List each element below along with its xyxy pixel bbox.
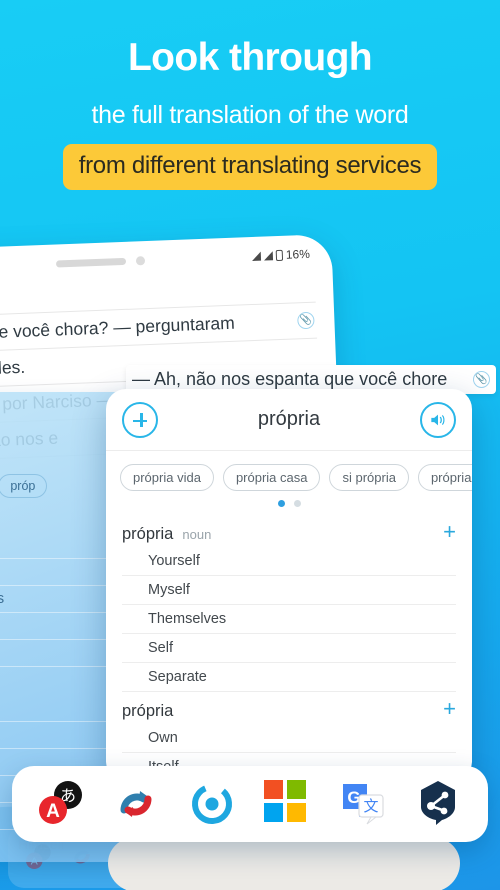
translation-item[interactable]: Separate — [122, 663, 456, 692]
blue-ring-icon[interactable] — [186, 778, 238, 830]
suggestion-chip[interactable]: si própria — [329, 464, 409, 491]
suggestion-chip[interactable]: própria vida — [120, 464, 214, 491]
promo-badge: from different translating services — [62, 143, 438, 190]
translation-item[interactable]: Yourself — [122, 547, 456, 576]
paperclip-icon[interactable]: 📎 — [297, 311, 315, 330]
paperclip-icon[interactable]: 📎 — [473, 371, 490, 388]
suggestion-chip[interactable]: própria c — [417, 464, 472, 491]
translation-item[interactable]: Themselves — [122, 605, 456, 634]
speaker-grille — [55, 257, 126, 268]
add-group-button[interactable]: + — [443, 698, 456, 720]
pager-dot[interactable] — [293, 500, 301, 507]
reader-line-text: as Oréiades. — [0, 356, 26, 381]
promo-header: Look through the full translation of the… — [0, 36, 500, 190]
add-group-button[interactable]: + — [443, 521, 456, 543]
battery-icon — [275, 249, 284, 261]
signal-icon-2 — [263, 250, 274, 261]
group-word: própria — [122, 702, 174, 720]
google-translate-icon[interactable]: G 文 — [338, 778, 390, 830]
translation-item[interactable]: Self — [122, 634, 456, 663]
promo-subtitle: the full translation of the word — [91, 100, 409, 129]
svg-text:A: A — [46, 801, 60, 822]
pager-dot-active[interactable] — [277, 500, 285, 507]
microsoft-translator-icon[interactable] — [262, 778, 314, 830]
status-indicators: 16% — [251, 246, 311, 263]
card-title: própria — [257, 408, 321, 430]
card-header: própria — [106, 389, 472, 451]
plus-circle-icon[interactable] — [122, 401, 158, 438]
group-header: própria + — [122, 692, 456, 724]
group-header: própria noun + — [122, 515, 456, 547]
battery-percent: 16% — [285, 246, 311, 262]
translation-card: própria própria vida própria casa si pró… — [106, 389, 472, 781]
reader-line-text: — Por que você chora? — perguntaram — [0, 312, 236, 345]
group-part-of-speech: noun — [182, 527, 212, 542]
service-bar: あ A G 文 — [12, 766, 488, 842]
reverso-arrows-icon[interactable] — [110, 778, 162, 830]
signal-icon — [251, 251, 262, 261]
translation-item[interactable]: Own — [122, 724, 456, 753]
background-phone-bottom-edge — [108, 838, 460, 890]
translation-item[interactable]: Myself — [122, 576, 456, 605]
pager-dots — [106, 491, 472, 511]
svg-text:文: 文 — [363, 798, 378, 815]
page-title: Look through — [127, 36, 373, 79]
front-camera-icon — [135, 255, 145, 265]
promo-screenshot: Look through the full translation of the… — [0, 0, 500, 890]
group-word: própria — [122, 525, 174, 543]
translation-groups: própria noun + Yourself Myself Themselve… — [106, 511, 472, 781]
ghost-chip[interactable]: próp — [0, 474, 48, 498]
suggestion-chip[interactable]: própria casa — [222, 464, 321, 491]
selected-sentence-text: — Ah, não nos espanta que você chore — [132, 369, 448, 389]
suggestion-chip-row: própria vida própria casa si própria pró… — [106, 451, 472, 491]
network-bubble-icon[interactable] — [414, 778, 466, 830]
translate-a-kanji-icon[interactable]: あ A — [34, 778, 86, 830]
speaker-icon[interactable] — [420, 401, 456, 438]
